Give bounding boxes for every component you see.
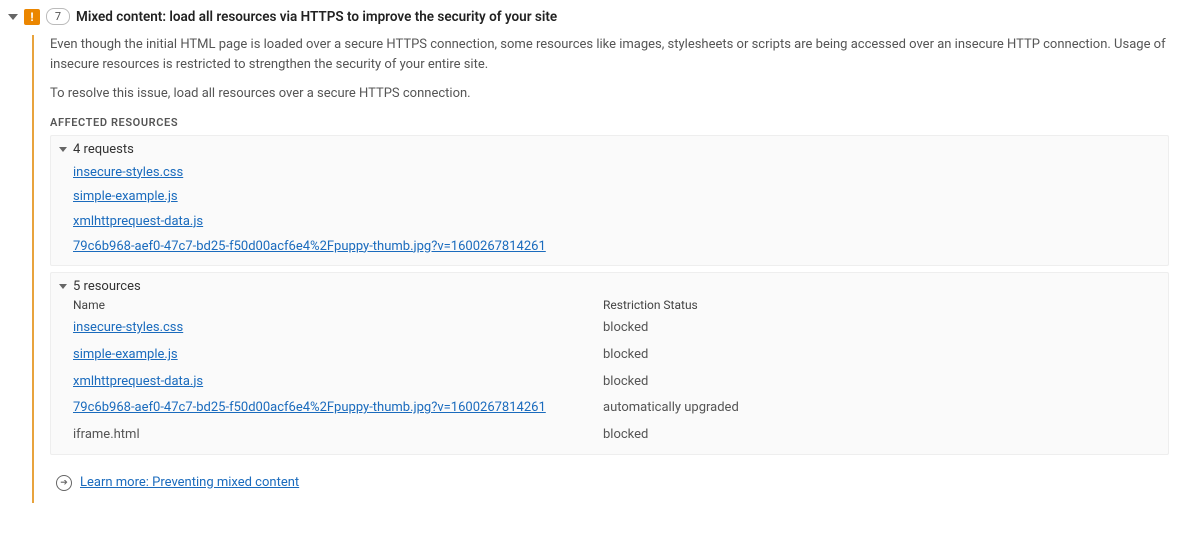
resource-status: automatically upgraded xyxy=(603,396,1160,421)
resources-header: 5 resources xyxy=(73,279,141,294)
column-name-header: Name xyxy=(73,298,603,314)
resource-status: blocked xyxy=(603,316,1160,341)
issue-count-badge: 7 xyxy=(46,8,70,25)
issue-header: ! 7 Mixed content: load all resources vi… xyxy=(8,8,1169,25)
resource-name[interactable]: insecure-styles.css xyxy=(73,316,603,341)
resource-status: blocked xyxy=(603,343,1160,368)
expand-toggle-icon[interactable] xyxy=(59,284,67,289)
resource-status: blocked xyxy=(603,423,1160,448)
affected-resources-label: AFFECTED RESOURCES xyxy=(50,116,1169,129)
resource-status: blocked xyxy=(603,370,1160,395)
requests-header: 4 requests xyxy=(73,142,134,157)
request-link[interactable]: simple-example.js xyxy=(73,185,1160,210)
request-link[interactable]: 79c6b968-aef0-47c7-bd25-f50d00acf6e4%2Fp… xyxy=(73,235,1160,260)
issue-description-2: To resolve this issue, load all resource… xyxy=(50,84,1169,104)
resource-name[interactable]: xmlhttprequest-data.js xyxy=(73,370,603,395)
issue-title: Mixed content: load all resources via HT… xyxy=(76,9,557,25)
resource-name: iframe.html xyxy=(73,423,603,448)
learn-more-row: ➔ Learn more: Preventing mixed content xyxy=(56,471,1169,496)
arrow-right-circle-icon: ➔ xyxy=(56,475,72,491)
resource-name[interactable]: 79c6b968-aef0-47c7-bd25-f50d00acf6e4%2Fp… xyxy=(73,396,603,421)
expand-toggle-icon[interactable] xyxy=(8,14,18,20)
warning-icon: ! xyxy=(24,9,40,25)
resource-name[interactable]: simple-example.js xyxy=(73,343,603,368)
issue-body: Even though the initial HTML page is loa… xyxy=(32,35,1169,503)
issue-description-1: Even though the initial HTML page is loa… xyxy=(50,35,1169,74)
request-link[interactable]: xmlhttprequest-data.js xyxy=(73,210,1160,235)
resources-panel: 5 resources Name Restriction Status inse… xyxy=(50,272,1169,454)
column-status-header: Restriction Status xyxy=(603,298,1160,314)
learn-more-link[interactable]: Learn more: Preventing mixed content xyxy=(80,471,299,496)
expand-toggle-icon[interactable] xyxy=(59,147,67,152)
issue-item: ! 7 Mixed content: load all resources vi… xyxy=(0,0,1181,515)
requests-panel: 4 requests insecure-styles.csssimple-exa… xyxy=(50,135,1169,267)
request-link[interactable]: insecure-styles.css xyxy=(73,161,1160,186)
